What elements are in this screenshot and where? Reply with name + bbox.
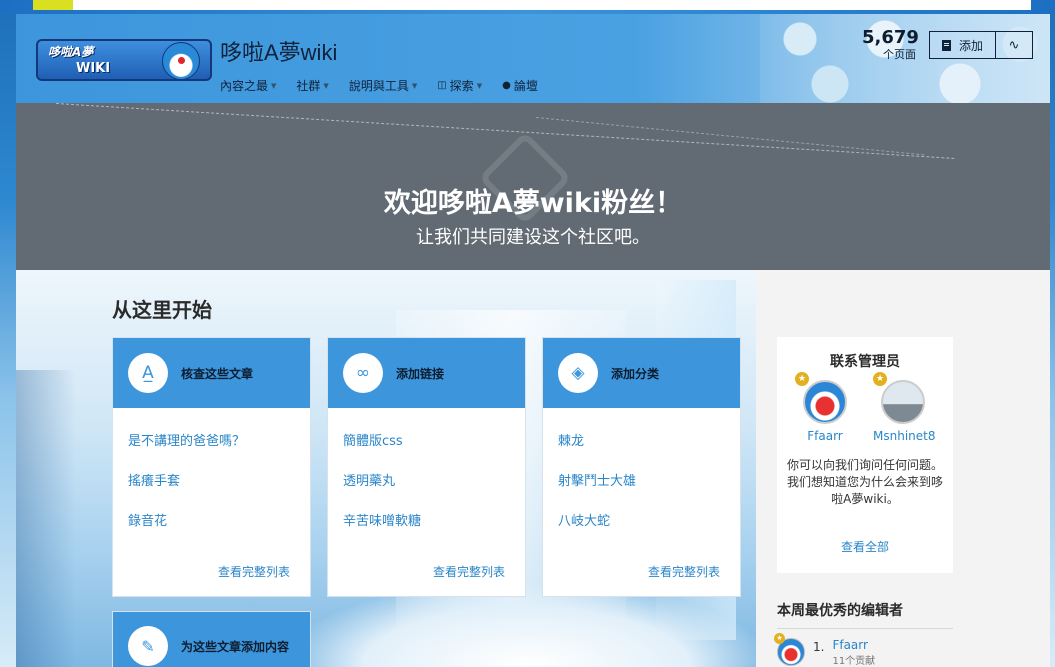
star-badge-icon: ★ <box>873 372 887 386</box>
nav-item-forum[interactable]: ● 論壇 <box>502 77 538 94</box>
logo-text-top: 哆啦A夢 <box>48 45 94 59</box>
nav-item-community[interactable]: 社群 ▼ <box>296 77 328 94</box>
add-button[interactable]: 添加 <box>929 31 996 59</box>
article-link[interactable]: 八岐大蛇 <box>558 510 725 550</box>
card-header: ◈ 添加分类 <box>543 338 740 408</box>
top-editors-heading: 本周最优秀的编辑者 <box>777 603 903 619</box>
doraemon-logo-icon <box>162 42 200 79</box>
avatar[interactable]: ★ <box>774 633 805 666</box>
chevron-down-icon: ▼ <box>411 81 418 90</box>
nav-item-label: 社群 <box>296 79 321 93</box>
page-icon <box>941 39 951 51</box>
editor-username[interactable]: Ffaarr <box>832 638 868 652</box>
card-add-content: ✎ 为这些文章添加内容 <box>112 611 311 667</box>
view-all-admins-link[interactable]: 查看全部 <box>777 538 953 555</box>
view-full-list-link[interactable]: 查看完整列表 <box>433 563 505 580</box>
hero-title: 欢迎哆啦A夢wiki粉丝！ <box>383 188 683 219</box>
star-badge-icon: ★ <box>774 633 785 644</box>
chevron-down-icon: ▼ <box>271 81 277 90</box>
tag-icon: ◈ <box>558 353 598 393</box>
card-verify-articles: A̲ 核查这些文章 是不講理的爸爸嗎？ 搖癢手套 錄音花 查看完整列表 <box>112 337 311 597</box>
admin-user[interactable]: ★ Ffaarr <box>795 372 855 443</box>
nav-item-label: 探索 <box>449 79 474 93</box>
site-title[interactable]: 哆啦A夢wiki <box>220 35 337 67</box>
top-editor-item: ★ 1. Ffaarr 11个贡献 <box>774 633 876 667</box>
page-count-label: 个页面 <box>883 48 916 61</box>
nav-item-label: 說明與工具 <box>348 79 409 93</box>
nav-item-label: 內容之最 <box>220 79 269 93</box>
explore-icon: ◫ <box>437 80 447 91</box>
hero-subtitle: 让我们共同建设这个社区吧。 <box>416 227 650 248</box>
page-count-number: 5,679 <box>862 27 919 48</box>
view-full-list-link[interactable]: 查看完整列表 <box>218 563 290 580</box>
start-here-heading: 从这里开始 <box>112 298 212 322</box>
background-art <box>296 585 756 667</box>
chevron-down-icon: ▼ <box>476 81 483 90</box>
nav-item-explore[interactable]: ◫ 探索 ▼ <box>437 77 482 94</box>
nav-item-top-content[interactable]: 內容之最 ▼ <box>220 77 276 94</box>
card-title: 添加分类 <box>611 366 660 381</box>
wiki-activity-button[interactable]: ∿ <box>996 31 1033 59</box>
card-title: 添加链接 <box>396 366 445 381</box>
card-links: 是不講理的爸爸嗎？ 搖癢手套 錄音花 <box>113 408 310 550</box>
card-title: 为这些文章添加内容 <box>181 639 290 654</box>
article-link[interactable]: 棘龙 <box>558 430 725 470</box>
main-content: 从这里开始 A̲ 核查这些文章 是不講理的爸爸嗎？ 搖癢手套 錄音花 查看完整列… <box>16 270 756 667</box>
card-header: A̲ 核查这些文章 <box>113 338 310 408</box>
admin-username[interactable]: Ffaarr <box>795 429 855 443</box>
article-link[interactable]: 錄音花 <box>128 510 295 550</box>
card-links: 棘龙 射擊鬥士大雄 八岐大蛇 <box>543 408 740 550</box>
nav-item-help-tools[interactable]: 說明與工具 ▼ <box>349 77 417 94</box>
global-nav-search-area[interactable] <box>73 0 1031 10</box>
card-title: 核查这些文章 <box>181 366 254 381</box>
admin-username[interactable]: Msnhinet8 <box>873 429 935 443</box>
wiki-logo[interactable]: 哆啦A夢 WIKI <box>36 39 212 81</box>
speech-bubble-icon: ● <box>502 80 511 91</box>
article-link[interactable]: 辛苦味噌軟糖 <box>343 510 510 550</box>
community-nav: 內容之最 ▼ 社群 ▼ 說明與工具 ▼ ◫ 探索 ▼ ● 論壇 <box>220 77 558 94</box>
pen-icon: ✎ <box>128 626 168 666</box>
community-header: 哆啦A夢 WIKI 哆啦A夢wiki 內容之最 ▼ 社群 ▼ 說明與工具 ▼ ◫ 探索 ▼… <box>16 14 1050 103</box>
text-format-icon: A̲ <box>128 353 168 393</box>
activity-pulse-icon: ∿ <box>1008 37 1020 53</box>
avatar[interactable] <box>881 380 925 424</box>
article-link[interactable]: 射擊鬥士大雄 <box>558 470 725 510</box>
chevron-down-icon: ▼ <box>323 81 329 90</box>
page-count: 5,679 个页面 <box>862 27 919 62</box>
editor-rank: 1. <box>813 640 825 654</box>
article-link[interactable]: 透明藥丸 <box>343 470 510 510</box>
card-add-links: ∞ 添加链接 簡體版css 透明藥丸 辛苦味噌軟糖 查看完整列表 <box>327 337 526 597</box>
add-button-label: 添加 <box>958 38 983 53</box>
editor-edit-count: 11个贡献 <box>832 656 876 667</box>
divider <box>777 628 953 629</box>
card-header: ∞ 添加链接 <box>328 338 525 408</box>
card-links: 簡體版css 透明藥丸 辛苦味噌軟糖 <box>328 408 525 550</box>
contact-admins-module: 联系管理员 ★ Ffaarr ★ Msnhinet8 你可以向我们询问任何问题。… <box>777 337 953 573</box>
logo-text-bottom: WIKI <box>76 61 111 76</box>
admin-user[interactable]: ★ Msnhinet8 <box>873 372 935 443</box>
article-link[interactable]: 簡體版css <box>343 430 510 470</box>
star-badge-icon: ★ <box>795 372 809 386</box>
article-link[interactable]: 搖癢手套 <box>128 470 295 510</box>
background-art <box>16 370 76 667</box>
global-navigation-bar <box>0 0 1055 14</box>
global-nav-accent <box>33 0 73 10</box>
card-add-categories: ◈ 添加分类 棘龙 射擊鬥士大雄 八岐大蛇 查看完整列表 <box>542 337 741 597</box>
link-icon: ∞ <box>343 353 383 393</box>
admins-heading: 联系管理员 <box>830 354 900 370</box>
article-link[interactable]: 是不講理的爸爸嗎？ <box>128 430 295 470</box>
admins-description: 你可以向我们询问任何问题。我们想知道您为什么会来到哆啦A夢wiki。 <box>787 458 944 506</box>
avatar[interactable] <box>803 380 847 424</box>
right-rail: 联系管理员 ★ Ffaarr ★ Msnhinet8 你可以向我们询问任何问题。… <box>756 270 1050 667</box>
welcome-hero: 欢迎哆啦A夢wiki粉丝！ 让我们共同建设这个社区吧。 <box>16 103 1050 270</box>
nav-item-label: 論壇 <box>513 79 538 93</box>
view-full-list-link[interactable]: 查看完整列表 <box>648 563 720 580</box>
